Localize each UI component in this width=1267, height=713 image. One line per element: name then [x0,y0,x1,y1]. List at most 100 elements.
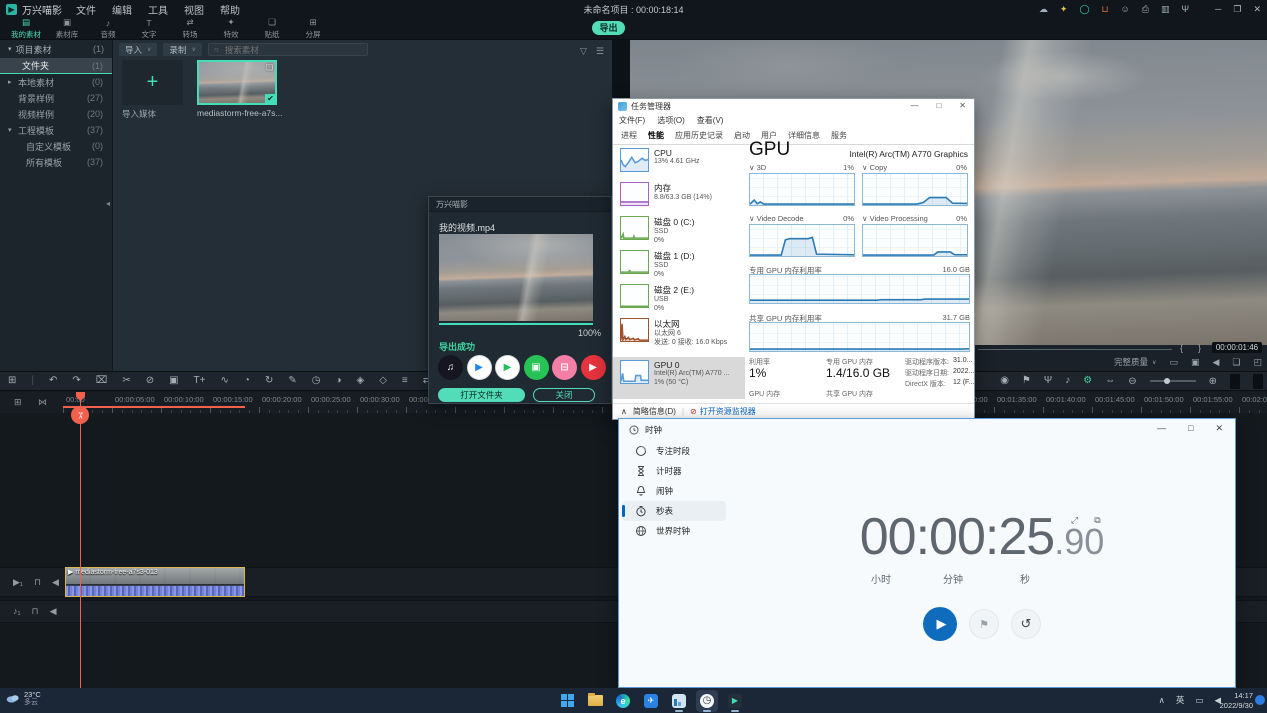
mask-icon[interactable]: ⊘ [146,376,154,386]
quality-select[interactable]: 完整质量∨ [1114,356,1156,368]
media-clip-thumbnail[interactable]: ❏ ✔ [197,60,277,105]
package-icon[interactable]: ▥ [1161,5,1170,14]
minimize-button[interactable]: — [1157,423,1166,434]
douyin-icon[interactable]: ♫ [438,355,463,380]
tray-chevron-icon[interactable]: ∧ [1159,696,1165,705]
weather-widget[interactable]: 23°C 多云 [6,690,41,707]
nav-item-计时器[interactable]: 计时器 [622,461,726,481]
audio-denoise-icon[interactable]: ∿ [221,376,229,386]
import-button[interactable]: 导入∨ [119,43,157,56]
search-input[interactable] [223,44,343,56]
keyframe-icon[interactable]: ◇ [379,376,387,386]
speed-icon[interactable]: ◔ [244,376,250,386]
tab-音频[interactable]: ♪音频 [92,18,124,40]
tab-我的素材[interactable]: ▤我的素材 [10,17,42,40]
manage-tracks-icon[interactable]: ⊞ [14,397,22,408]
speaker-icon[interactable]: ◀ [1212,358,1219,367]
cart-icon[interactable]: ⊔ [1102,5,1109,14]
nav-item-闹钟[interactable]: 闹钟 [622,481,726,501]
menu-工具[interactable]: 工具 [148,2,168,17]
maximize-button[interactable]: □ [1188,423,1193,434]
filmora-app-icon[interactable]: ▶ [724,690,746,712]
start-stopwatch-button[interactable]: ▶ [923,607,957,641]
crop-icon[interactable]: ▣ [169,376,178,386]
nav-item-世界时钟[interactable]: 世界时钟 [622,521,726,541]
start-button[interactable] [556,690,578,712]
iqiyi-icon[interactable]: ▣ [524,355,549,380]
lock-track-icon[interactable]: ⊓ [34,578,41,587]
notification-badge[interactable] [1255,695,1265,705]
reset-button[interactable]: ↺ [1011,609,1041,639]
color-icon[interactable]: ◑ [335,376,341,386]
youku-icon[interactable]: ▶ [467,355,492,380]
messenger-app-icon[interactable]: ✈ [640,690,662,712]
filter-icon[interactable]: ▽ [580,46,587,57]
rotate-icon[interactable]: ↻ [265,376,273,386]
tab-素材库[interactable]: ▣素材库 [51,17,83,40]
zoom-out-icon[interactable]: ⊖ [1128,376,1136,387]
close-button[interactable]: ✕ [1215,423,1223,434]
fit-timeline-icon[interactable]: ⇔ [1105,376,1115,386]
tab-文字[interactable]: T文字 [133,18,165,40]
tab-贴纸[interactable]: ❏贴纸 [256,17,288,40]
marker-icon[interactable]: ⚑ [1022,376,1031,386]
tab-分屏[interactable]: ⊞分屏 [297,17,329,40]
timeline-clip[interactable]: ▶ mediastorm-free-a7s3-013 [65,567,245,597]
vip-icon[interactable]: ✦ [1060,5,1068,14]
mute-track-icon[interactable]: ◀ [50,607,57,616]
edge-icon[interactable]: e [612,690,634,712]
sidebar-item-所有模板[interactable]: 所有模板(37) [0,154,112,170]
xigua-icon[interactable]: ▶ [495,355,520,380]
auto-caption-icon[interactable]: ⚙ [1083,376,1092,386]
sidebar-item-文件夹[interactable]: 文件夹(1) [0,58,112,74]
edit-icon[interactable]: ✎ [288,376,296,386]
fullscreen-icon[interactable]: ◰ [1253,358,1262,367]
lock-track-icon[interactable]: ⊓ [32,607,39,616]
text-icon[interactable]: T+ [194,376,206,386]
haokan-icon[interactable]: ▶ [581,355,606,380]
voiceover-icon[interactable]: Ψ [1044,376,1052,386]
explorer-icon[interactable] [584,690,606,712]
cast-icon[interactable]: ▭ [1195,696,1203,705]
export-frame-icon[interactable]: ❏ [1232,358,1240,367]
nav-item-专注时段[interactable]: 专注时段 [622,441,726,461]
taskbar-clock[interactable]: 14:17 2022/9/30 [1220,691,1253,711]
lap-button[interactable]: ⚑ [969,609,999,639]
record-button[interactable]: 录制∨ [163,43,201,56]
display-icon[interactable]: ▭ [1169,358,1178,367]
sidebar-header[interactable]: ▾ 项目素材 (1) [0,40,112,58]
audio-mixer-icon[interactable]: ♪ [1065,376,1070,386]
link-icon[interactable]: ⋈ [38,397,47,408]
timeline-view-button[interactable] [1230,374,1240,389]
collapse-icon[interactable]: ∧ [621,407,627,416]
open-resource-monitor-link[interactable]: ⊘打开资源监视器 [690,406,756,417]
view-menu-icon[interactable]: ☰ [596,46,604,57]
summary-toggle[interactable]: 简略信息(D) [633,406,676,417]
search-box[interactable]: ○ [208,43,368,56]
export-button[interactable]: 导出 [592,21,625,35]
preview-scrubber[interactable] [978,349,1172,350]
zoom-slider[interactable] [1150,380,1196,382]
import-media-tile[interactable]: + [122,60,183,105]
render-preview-icon[interactable]: ◉ [1000,376,1009,386]
minimize-button[interactable]: ─ [1215,4,1221,15]
timer-icon[interactable]: ◷ [312,376,321,386]
sidebar-item-背景样例[interactable]: 背景样例(27) [0,90,112,106]
clock-app-icon[interactable]: ◷ [696,690,718,712]
bilibili-icon[interactable]: ⊟ [552,355,577,380]
sidebar-collapse-icon[interactable]: ◂ [106,199,110,208]
open-folder-button[interactable]: 打开文件夹 [438,388,525,402]
close-button[interactable]: ✕ [1253,4,1261,15]
menu-帮助[interactable]: 帮助 [220,2,240,17]
task-manager-icon[interactable] [668,690,690,712]
delete-icon[interactable]: ⌧ [96,376,108,386]
zoom-slider-knob[interactable] [1164,378,1170,384]
tab-转场[interactable]: ⇄转场 [174,17,206,40]
menu-文件[interactable]: 文件 [76,2,96,17]
playhead-line[interactable] [80,392,81,688]
menu-视图[interactable]: 视图 [184,2,204,17]
mic-icon[interactable]: Ψ [1181,5,1189,14]
restore-button[interactable]: ❐ [1233,4,1241,15]
undo-icon[interactable]: ↶ [49,376,57,386]
tab-特效[interactable]: ✦特效 [215,17,247,40]
